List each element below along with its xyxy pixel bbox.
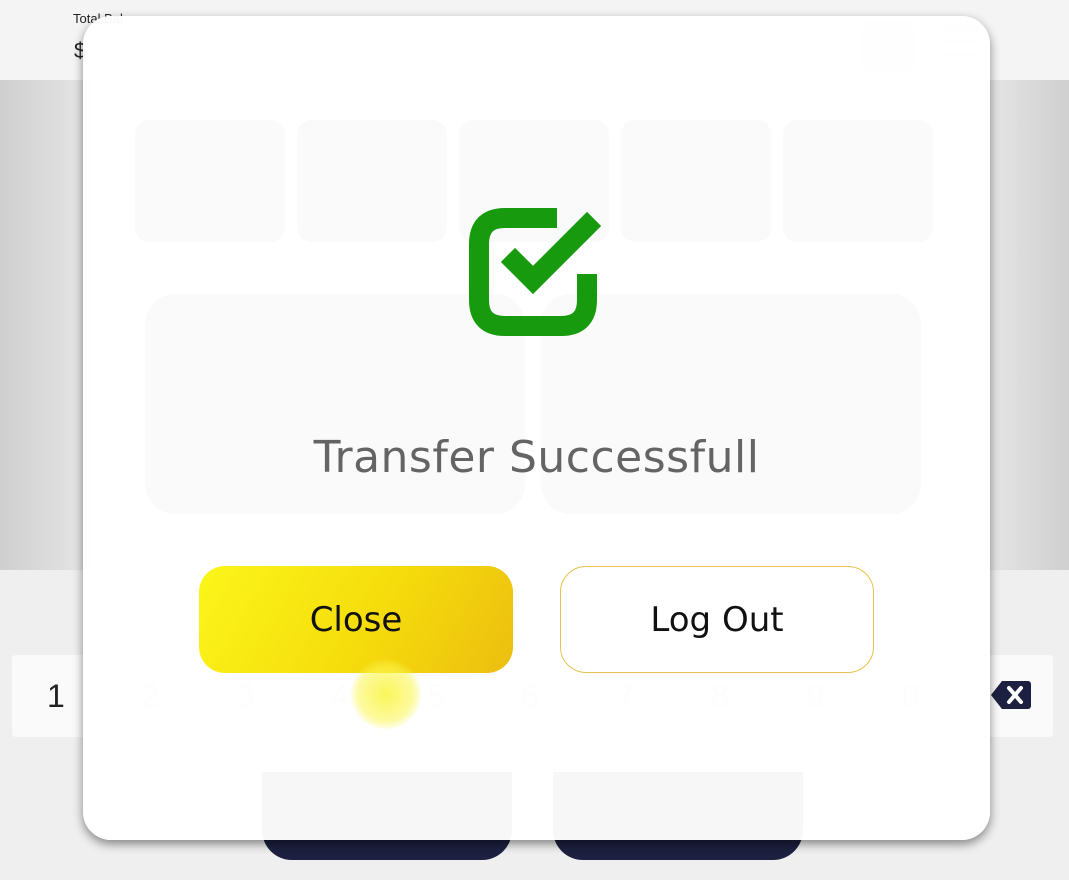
- close-button[interactable]: Close: [199, 566, 513, 673]
- tap-indicator: [351, 659, 421, 729]
- backspace-icon[interactable]: [990, 680, 1032, 710]
- success-modal: Transfer Successfull Close Log Out: [83, 16, 990, 840]
- close-button-label: Close: [309, 599, 403, 640]
- key-1[interactable]: 1: [47, 678, 65, 715]
- logout-button-label: Log Out: [650, 599, 784, 640]
- check-square-icon: [469, 208, 602, 336]
- logout-button[interactable]: Log Out: [560, 566, 874, 673]
- modal-title: Transfer Successfull: [313, 432, 760, 483]
